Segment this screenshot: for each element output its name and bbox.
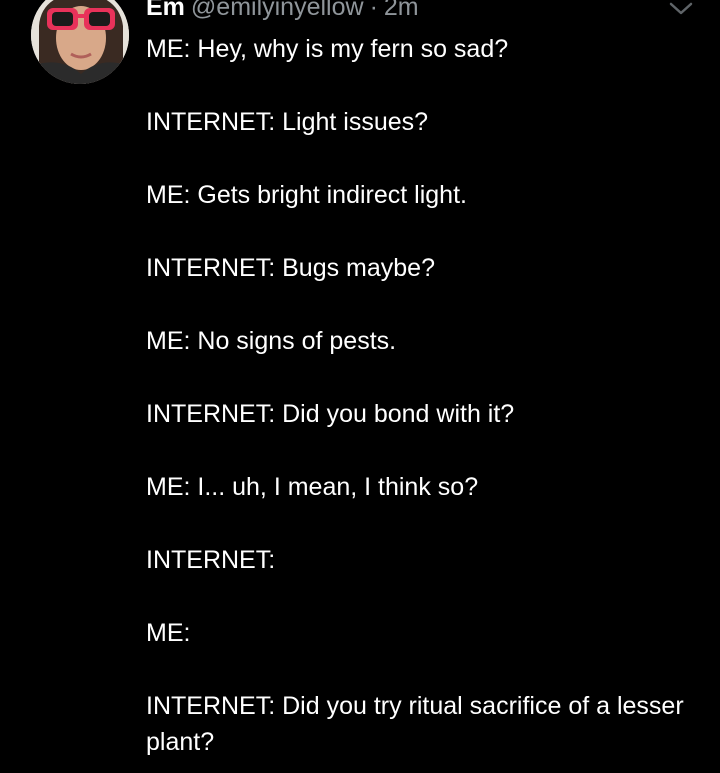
- tweet-line: ME:: [146, 619, 191, 647]
- tweet-line: INTERNET: Bugs maybe?: [146, 254, 435, 282]
- tweet-text: ME: Hey, why is my fern so sad? INTERNET…: [146, 31, 706, 760]
- tweet-line: INTERNET: Light issues?: [146, 108, 429, 136]
- tweet-line: ME: Gets bright indirect light.: [146, 181, 467, 209]
- display-name[interactable]: Em: [146, 0, 185, 22]
- tweet-line: ME: I... uh, I mean, I think so?: [146, 473, 479, 501]
- tweet-header: Em @emilyinyellow · 2m: [146, 0, 419, 27]
- tweet-line: INTERNET: Did you bond with it?: [146, 400, 515, 428]
- avatar-image: [31, 0, 129, 84]
- separator-dot: ·: [369, 0, 378, 21]
- timestamp[interactable]: 2m: [384, 0, 419, 22]
- tweet-line: INTERNET:: [146, 546, 276, 574]
- tweet: Em @emilyinyellow · 2m ME: Hey, why is m…: [0, 0, 720, 773]
- tweet-line: ME: Hey, why is my fern so sad?: [146, 35, 509, 63]
- tweet-line: INTERNET: Did you try ritual sacrifice o…: [146, 692, 684, 756]
- chevron-down-icon[interactable]: [668, 0, 694, 18]
- tweet-line: ME: No signs of pests.: [146, 327, 397, 355]
- avatar[interactable]: [31, 0, 129, 84]
- user-handle[interactable]: @emilyinyellow: [191, 0, 364, 22]
